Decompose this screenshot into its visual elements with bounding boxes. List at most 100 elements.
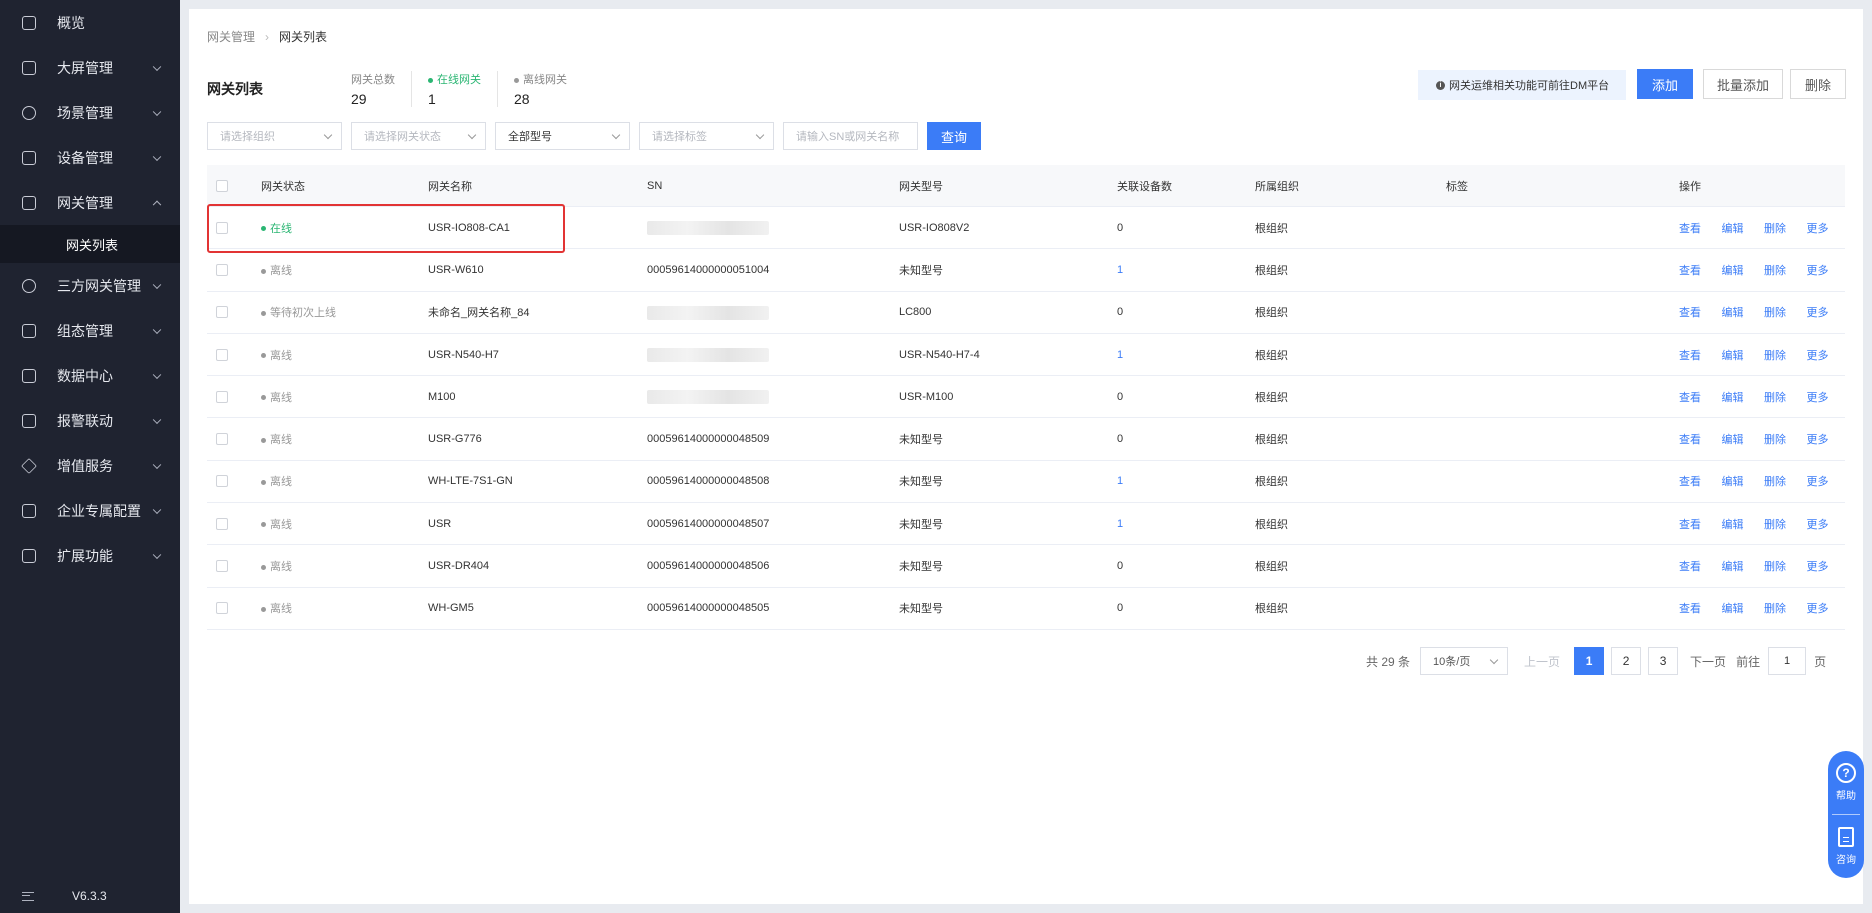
row-checkbox[interactable]: [216, 602, 228, 615]
device-count: 0: [1117, 390, 1124, 403]
delete-action[interactable]: 删除: [1764, 220, 1786, 236]
sidebar-item-10[interactable]: 企业专属配置: [0, 488, 180, 533]
delete-action[interactable]: 删除: [1764, 262, 1786, 278]
device-count[interactable]: 1: [1117, 349, 1123, 361]
delete-action[interactable]: 删除: [1764, 389, 1786, 405]
more-action[interactable]: 更多: [1807, 600, 1829, 616]
edit-action[interactable]: 编辑: [1722, 431, 1744, 447]
more-action[interactable]: 更多: [1807, 431, 1829, 447]
device-count[interactable]: 1: [1117, 475, 1123, 487]
delete-action[interactable]: 删除: [1764, 558, 1786, 574]
sidebar-item-6[interactable]: 组态管理: [0, 308, 180, 353]
page-button-2[interactable]: 2: [1611, 647, 1642, 675]
prev-page-button[interactable]: 上一页: [1524, 653, 1560, 670]
search-input[interactable]: 请输入SN或网关名称: [783, 122, 918, 150]
delete-action[interactable]: 删除: [1764, 516, 1786, 532]
edit-action[interactable]: 编辑: [1722, 262, 1744, 278]
more-action[interactable]: 更多: [1807, 347, 1829, 363]
sidebar-item-4[interactable]: 网关管理: [0, 180, 180, 225]
delete-action[interactable]: 删除: [1764, 347, 1786, 363]
row-checkbox[interactable]: [216, 560, 228, 573]
sidebar-item-8[interactable]: 报警联动: [0, 398, 180, 443]
more-action[interactable]: 更多: [1807, 516, 1829, 532]
row-checkbox[interactable]: [216, 306, 228, 319]
sidebar-item-3[interactable]: 设备管理: [0, 135, 180, 180]
more-action[interactable]: 更多: [1807, 262, 1829, 278]
view-action[interactable]: 查看: [1679, 473, 1701, 489]
breadcrumb-parent[interactable]: 网关管理: [207, 28, 255, 45]
edit-action[interactable]: 编辑: [1722, 516, 1744, 532]
sidebar-item-2[interactable]: 场景管理: [0, 90, 180, 135]
dm-platform-notice[interactable]: i 网关运维相关功能可前往DM平台: [1418, 70, 1626, 100]
view-action[interactable]: 查看: [1679, 558, 1701, 574]
row-checkbox[interactable]: [216, 263, 228, 276]
view-action[interactable]: 查看: [1679, 347, 1701, 363]
sidebar-item-5[interactable]: 三方网关管理: [0, 263, 180, 308]
device-count[interactable]: 1: [1117, 264, 1123, 276]
select-all-checkbox[interactable]: [216, 179, 228, 192]
row-checkbox[interactable]: [216, 433, 228, 446]
more-action[interactable]: 更多: [1807, 389, 1829, 405]
query-button[interactable]: 查询: [927, 122, 981, 150]
edit-action[interactable]: 编辑: [1722, 473, 1744, 489]
table-header: 网关状态 网关名称 SN 网关型号 关联设备数 所属组织 标签 操作: [207, 165, 1845, 207]
batch-add-button[interactable]: 批量添加: [1703, 69, 1783, 99]
more-action[interactable]: 更多: [1807, 558, 1829, 574]
view-action[interactable]: 查看: [1679, 516, 1701, 532]
status-select[interactable]: 请选择网关状态: [351, 122, 486, 150]
consult-button[interactable]: 咨询: [1832, 814, 1860, 877]
row-checkbox[interactable]: [216, 475, 228, 488]
page-button-1[interactable]: 1: [1574, 647, 1605, 675]
page-size-select[interactable]: 10条/页: [1420, 647, 1509, 675]
add-button[interactable]: 添加: [1637, 69, 1693, 99]
edit-action[interactable]: 编辑: [1722, 389, 1744, 405]
sidebar-subitem-gateway-list[interactable]: 网关列表: [0, 225, 180, 263]
sidebar: 概览大屏管理场景管理 设备管理网关管理网关列表 三方网关管理 组态管理 数据中心 报警联动…: [0, 0, 180, 913]
more-action[interactable]: 更多: [1807, 220, 1829, 236]
more-action[interactable]: 更多: [1807, 473, 1829, 489]
delete-action[interactable]: 删除: [1764, 473, 1786, 489]
org-select[interactable]: 请选择组织: [207, 122, 342, 150]
delete-action[interactable]: 删除: [1764, 600, 1786, 616]
more-action[interactable]: 更多: [1807, 304, 1829, 320]
edit-action[interactable]: 编辑: [1722, 220, 1744, 236]
sidebar-item-1[interactable]: 大屏管理: [0, 45, 180, 90]
goto-page-input[interactable]: 1: [1768, 647, 1807, 675]
model-select[interactable]: 全部型号: [495, 122, 630, 150]
view-action[interactable]: 查看: [1679, 600, 1701, 616]
row-checkbox[interactable]: [216, 348, 228, 361]
help-button[interactable]: ? 帮助: [1828, 751, 1864, 814]
edit-action[interactable]: 编辑: [1722, 558, 1744, 574]
sidebar-item-label: 增值服务: [57, 457, 113, 474]
view-action[interactable]: 查看: [1679, 304, 1701, 320]
collapse-menu-icon[interactable]: [22, 891, 34, 901]
sidebar-item-7[interactable]: 数据中心: [0, 353, 180, 398]
view-action[interactable]: 查看: [1679, 220, 1701, 236]
sidebar-item-label: 网关管理: [57, 194, 113, 211]
status-cell: 离线: [261, 262, 292, 278]
sn-redacted: [647, 347, 769, 362]
view-action[interactable]: 查看: [1679, 262, 1701, 278]
edit-action[interactable]: 编辑: [1722, 600, 1744, 616]
table-row: 离线 USR-W610 00059614000000051004 未知型号 1 根组织 查看…: [207, 249, 1845, 292]
chevron-down-icon: [152, 325, 162, 334]
sidebar-item-0[interactable]: 概览: [0, 0, 180, 45]
row-checkbox[interactable]: [216, 221, 228, 234]
view-action[interactable]: 查看: [1679, 389, 1701, 405]
delete-button[interactable]: 删除: [1790, 69, 1846, 99]
next-page-button[interactable]: 下一页: [1690, 653, 1726, 670]
device-count[interactable]: 1: [1117, 518, 1123, 530]
sidebar-item-11[interactable]: 扩展功能: [0, 533, 180, 578]
tag-select[interactable]: 请选择标签: [639, 122, 774, 150]
row-checkbox[interactable]: [216, 390, 228, 403]
view-action[interactable]: 查看: [1679, 431, 1701, 447]
edit-action[interactable]: 编辑: [1722, 304, 1744, 320]
edit-action[interactable]: 编辑: [1722, 347, 1744, 363]
row-checkbox[interactable]: [216, 517, 228, 530]
gateway-name: USR-N540-H7: [428, 348, 499, 361]
sidebar-item-label: 大屏管理: [57, 59, 113, 76]
page-button-3[interactable]: 3: [1648, 647, 1679, 675]
delete-action[interactable]: 删除: [1764, 304, 1786, 320]
delete-action[interactable]: 删除: [1764, 431, 1786, 447]
sidebar-item-9[interactable]: 增值服务: [0, 443, 180, 488]
